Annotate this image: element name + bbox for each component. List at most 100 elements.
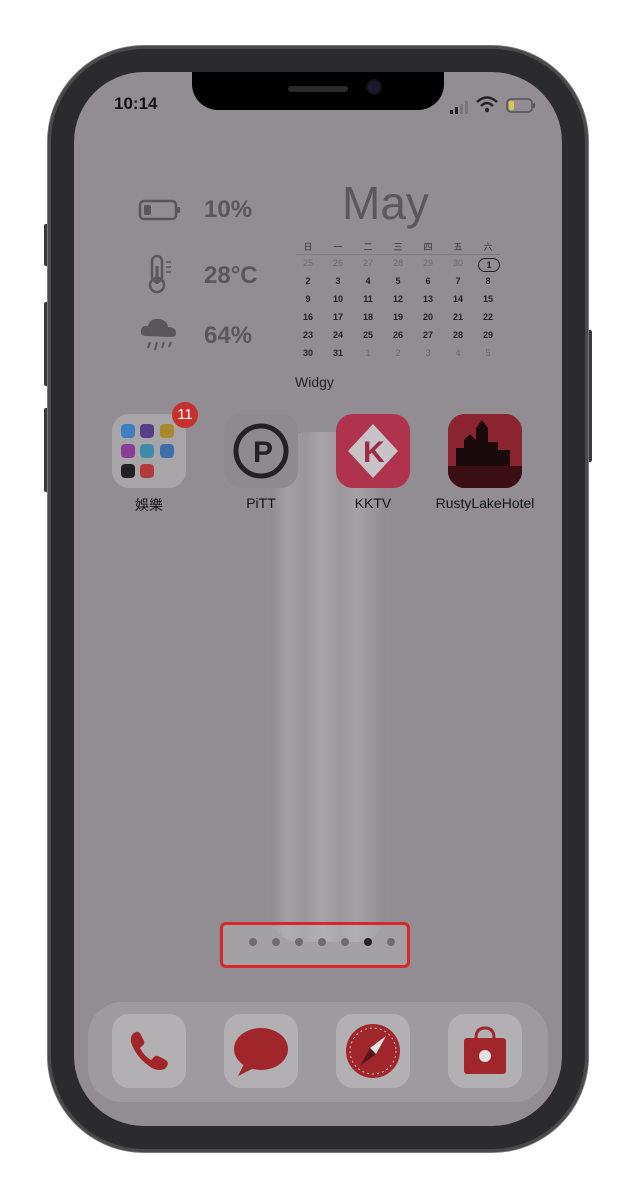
page-dot[interactable] xyxy=(387,938,395,946)
earpiece-speaker xyxy=(288,86,348,92)
calendar-day: 12 xyxy=(392,294,403,304)
thermometer-icon xyxy=(146,254,176,299)
calendar-day: 1 xyxy=(365,348,371,358)
wifi-icon xyxy=(476,96,498,119)
video-app-icon xyxy=(121,424,135,438)
app-store-app[interactable] xyxy=(448,1014,522,1088)
calendar-day: 9 xyxy=(305,294,311,304)
safari-app[interactable] xyxy=(336,1014,410,1088)
weekday-label: 一 xyxy=(333,242,343,252)
pitt-logo-icon: P xyxy=(233,423,289,479)
safari-icon xyxy=(346,1024,400,1078)
calendar-day: 14 xyxy=(452,294,463,304)
calendar-day: 29 xyxy=(422,258,433,268)
calendar-week: 16 17 18 19 20 21 22 xyxy=(296,312,500,330)
svg-text:P: P xyxy=(253,436,273,469)
calendar-day: 22 xyxy=(482,312,493,322)
messages-app[interactable] xyxy=(224,1014,298,1088)
calendar-day: 6 xyxy=(425,276,431,286)
app-label: RustyLakeHotel xyxy=(435,495,535,511)
calendar-day: 30 xyxy=(302,348,313,358)
page-dot[interactable] xyxy=(341,938,349,946)
page-indicator[interactable] xyxy=(220,922,410,968)
calendar-day: 23 xyxy=(302,330,313,340)
weekday-label: 四 xyxy=(423,242,433,252)
hotel-silhouette-icon xyxy=(448,414,522,488)
streaming-app-icon xyxy=(160,444,174,458)
movie-app-icon xyxy=(121,464,135,478)
rain-cloud-icon xyxy=(138,314,182,359)
page-dot-current[interactable] xyxy=(364,938,372,946)
calendar-day: 10 xyxy=(332,294,343,304)
calendar-day: 3 xyxy=(335,276,341,286)
entertainment-folder[interactable] xyxy=(112,414,186,488)
weekday-label: 三 xyxy=(393,242,403,252)
calendar-day-today: 1 xyxy=(478,258,500,272)
calendar-day: 2 xyxy=(305,276,311,286)
humidity-value: 64% xyxy=(204,322,253,349)
calendar-day: 21 xyxy=(452,312,463,322)
rusty-lake-hotel-app[interactable] xyxy=(448,414,522,488)
calendar-day: 4 xyxy=(455,348,461,358)
calendar-day: 11 xyxy=(363,294,373,304)
calendar-day: 30 xyxy=(452,258,463,268)
phone-app[interactable] xyxy=(112,1014,186,1088)
calendar-grid: 25 26 27 28 29 30 1 2 3 4 5 6 7 8 9 10 1… xyxy=(296,258,500,366)
calendar-day: 31 xyxy=(332,348,343,358)
front-camera xyxy=(368,81,380,93)
page-dot[interactable] xyxy=(318,938,326,946)
calendar-day: 26 xyxy=(332,258,343,268)
app-label: PiTT xyxy=(246,495,276,511)
calendar-day: 26 xyxy=(392,330,403,340)
battery-icon xyxy=(138,198,182,227)
calendar-day: 8 xyxy=(485,276,491,286)
calendar-week: 9 10 11 12 13 14 15 xyxy=(296,294,500,312)
calendar-day: 19 xyxy=(392,312,403,322)
signal-icon xyxy=(450,100,470,119)
svg-text:K: K xyxy=(363,436,385,469)
podcast-app-icon xyxy=(160,424,174,438)
calendar-day: 29 xyxy=(482,330,493,340)
page-dot[interactable] xyxy=(272,938,280,946)
calendar-day: 4 xyxy=(365,276,371,286)
temperature-value: 28°C xyxy=(204,262,258,289)
app-label: 娛樂 xyxy=(135,497,163,513)
widget-label: Widgy xyxy=(295,374,334,390)
calendar-day: 18 xyxy=(362,312,373,322)
calendar-week: 25 26 27 28 29 30 1 xyxy=(296,258,500,276)
weekday-label: 六 xyxy=(483,242,493,252)
calendar-day: 25 xyxy=(302,258,313,268)
app-store-icon xyxy=(464,1026,506,1074)
calendar-day: 2 xyxy=(395,348,401,358)
live-app-icon xyxy=(140,464,154,478)
weekday-label: 日 xyxy=(303,242,313,252)
calendar-week: 23 24 25 26 27 28 29 xyxy=(296,330,500,348)
page-dot[interactable] xyxy=(249,938,257,946)
music-app-icon xyxy=(121,444,135,458)
calendar-day: 15 xyxy=(482,294,493,304)
app-label: KKTV xyxy=(354,495,392,511)
calendar-week: 30 31 1 2 3 4 5 xyxy=(296,348,500,366)
kktv-logo-icon: K xyxy=(348,424,398,478)
calendar-day: 28 xyxy=(392,258,403,268)
tv-app-icon xyxy=(140,424,154,438)
calendar-weekday-header: 日 一 二 三 四 五 六 xyxy=(296,240,500,253)
calendar-day: 27 xyxy=(422,330,433,340)
kktv-app[interactable]: K xyxy=(336,414,410,488)
pitt-app[interactable]: P xyxy=(224,414,298,488)
notification-badge: 11 xyxy=(172,402,198,428)
notch xyxy=(192,72,444,110)
calendar-day: 25 xyxy=(362,330,373,340)
calendar-day: 16 xyxy=(302,312,313,322)
calendar-day: 27 xyxy=(362,258,373,268)
calendar-day: 28 xyxy=(452,330,463,340)
page-dots xyxy=(249,938,395,946)
page-dot[interactable] xyxy=(295,938,303,946)
calendar-day: 5 xyxy=(395,276,401,286)
weekday-label: 二 xyxy=(363,242,373,252)
messages-icon xyxy=(234,1028,288,1076)
calendar-day: 24 xyxy=(332,330,343,340)
calendar-month: May xyxy=(342,177,429,229)
status-time: 10:14 xyxy=(114,94,158,113)
calendar-day: 3 xyxy=(425,348,431,358)
